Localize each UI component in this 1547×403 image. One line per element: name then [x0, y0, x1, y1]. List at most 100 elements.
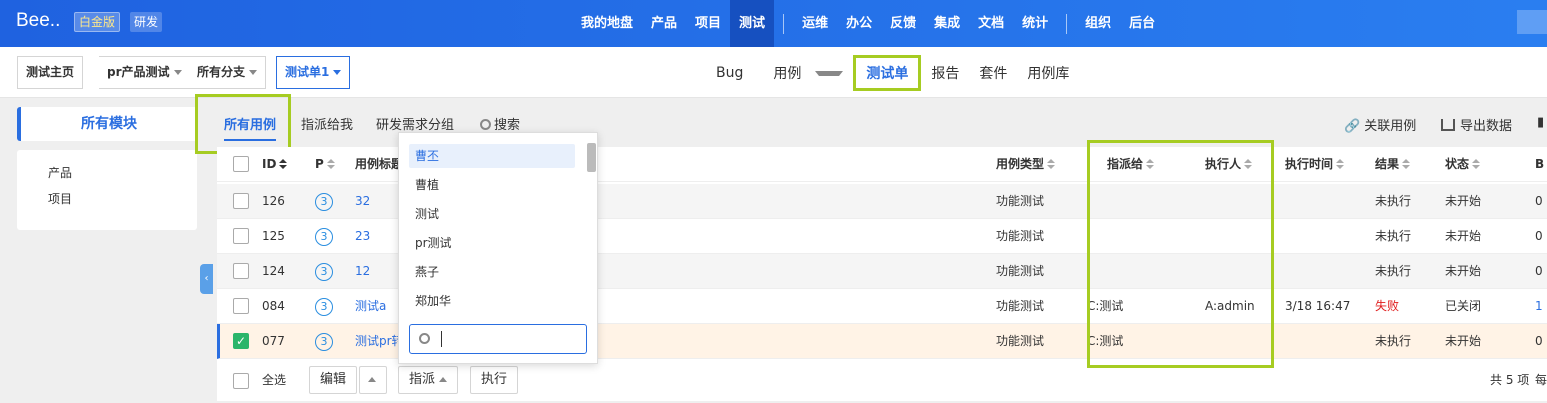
- assignee-option[interactable]: 曹丕: [409, 144, 575, 168]
- subnav-cases[interactable]: 用例: [753, 63, 853, 83]
- chevron-down-icon: [815, 71, 844, 76]
- module-tree: 产品 项目: [17, 150, 197, 230]
- app-logo[interactable]: Bee..: [16, 10, 60, 32]
- breadcrumb-home[interactable]: 测试主页: [17, 56, 84, 89]
- tab-assigned-to-me[interactable]: 指派给我: [301, 114, 353, 133]
- breadcrumb-branch-label: 所有分支: [197, 65, 246, 79]
- module-sidebar: 所有模块 产品 项目: [17, 107, 197, 231]
- chevron-down-icon: [249, 70, 258, 75]
- nav-divider: [783, 13, 785, 34]
- nav-item-feedback[interactable]: 反馈: [881, 0, 925, 47]
- col-pri[interactable]: P: [315, 147, 335, 182]
- assign-button[interactable]: 指派: [398, 366, 459, 394]
- nav-item-stats[interactable]: 统计: [1013, 0, 1057, 47]
- export-button[interactable]: 导出数据: [1441, 115, 1512, 134]
- assignee-option[interactable]: 曹植: [409, 173, 575, 197]
- tab-all-cases[interactable]: 所有用例: [224, 114, 277, 141]
- nav-item-project[interactable]: 项目: [686, 0, 730, 47]
- case-type: 功能测试: [996, 299, 1045, 313]
- row-checkbox[interactable]: [233, 193, 249, 209]
- assignee-option[interactable]: pr测试: [409, 231, 575, 255]
- priority-badge: 3: [315, 297, 333, 316]
- bug-count: 0: [1535, 264, 1543, 278]
- sidebar-item-product[interactable]: 产品: [48, 160, 197, 186]
- select-all-checkbox[interactable]: [233, 156, 249, 172]
- row-checkbox-checked[interactable]: ✓: [233, 333, 249, 349]
- nav-item-test[interactable]: 测试: [730, 0, 775, 47]
- col-exec-time[interactable]: 执行时间: [1285, 147, 1345, 182]
- user-avatar[interactable]: [1517, 10, 1547, 34]
- case-id: 125: [262, 229, 285, 243]
- footer-select-all-checkbox[interactable]: [233, 373, 249, 389]
- top-navbar: Bee.. 白金版 研发 我的地盘 产品 项目 测试 运维 办公 反馈 集成 文…: [0, 0, 1547, 47]
- priority-badge: 3: [315, 262, 333, 281]
- nav-item-integration[interactable]: 集成: [925, 0, 969, 47]
- bug-count[interactable]: 1: [1535, 289, 1543, 324]
- priority: 3: [315, 184, 333, 219]
- result: 未执行: [1375, 264, 1412, 278]
- col-result[interactable]: 结果: [1375, 147, 1411, 182]
- table-footer: 全选 编辑 指派 执行 共 5 项 每: [217, 361, 1547, 401]
- col-id[interactable]: ID: [262, 147, 288, 182]
- tab-search[interactable]: 搜索: [480, 114, 520, 133]
- row-checkbox[interactable]: [233, 298, 249, 314]
- edit-menu-toggle[interactable]: [359, 366, 387, 394]
- dropdown-scrollbar[interactable]: [587, 143, 596, 172]
- breadcrumb-current-label: 测试单1: [285, 65, 330, 79]
- nav-item-product[interactable]: 产品: [642, 0, 686, 47]
- assignee-option[interactable]: 郑加华: [409, 289, 575, 313]
- execute-button[interactable]: 执行: [470, 366, 519, 394]
- search-caret: [441, 331, 442, 347]
- col-status[interactable]: 状态: [1445, 147, 1481, 182]
- nav-item-office[interactable]: 办公: [837, 0, 881, 47]
- mode-badge[interactable]: 研发: [130, 12, 163, 32]
- col-type[interactable]: 用例类型: [996, 147, 1056, 182]
- col-title-label: 用例标题: [355, 157, 404, 171]
- chart-icon[interactable]: ▮: [1537, 115, 1547, 130]
- row-checkbox[interactable]: [233, 228, 249, 244]
- link-cases-label: 关联用例: [1364, 119, 1417, 134]
- subnav-testtask[interactable]: 测试单: [853, 54, 922, 91]
- select-all-label[interactable]: 全选: [262, 363, 286, 398]
- assignee-option[interactable]: 测试: [409, 202, 575, 226]
- breadcrumb-branch[interactable]: 所有分支: [189, 56, 267, 89]
- main-nav: 我的地盘 产品 项目 测试 运维 办公 反馈 集成 文档 统计 组织 后台: [572, 0, 1164, 47]
- case-title-link[interactable]: 测试pr转: [355, 324, 404, 359]
- edit-button[interactable]: 编辑: [309, 366, 358, 394]
- breadcrumb-product[interactable]: pr产品测试: [99, 56, 191, 89]
- breadcrumb-product-label: pr产品测试: [107, 65, 170, 79]
- sidebar-item-project[interactable]: 项目: [48, 186, 197, 212]
- priority: 3: [315, 219, 333, 254]
- nav-item-admin[interactable]: 后台: [1120, 0, 1164, 47]
- subnav-suite[interactable]: 套件: [969, 63, 1017, 83]
- subnav-bug[interactable]: Bug: [706, 65, 753, 81]
- case-title-link[interactable]: 12: [355, 254, 370, 289]
- col-bugs[interactable]: B: [1535, 147, 1544, 182]
- row-checkbox[interactable]: [233, 263, 249, 279]
- breadcrumb-current[interactable]: 测试单1: [276, 56, 351, 89]
- nav-item-doc[interactable]: 文档: [969, 0, 1013, 47]
- case-title-link[interactable]: 23: [355, 219, 370, 254]
- col-pri-label: P: [315, 157, 324, 171]
- collapse-sidebar-icon[interactable]: ‹: [200, 264, 213, 294]
- nav-item-org[interactable]: 组织: [1076, 0, 1120, 47]
- result: 未执行: [1375, 194, 1412, 208]
- assignee-option[interactable]: 燕子: [409, 260, 575, 284]
- link-cases-button[interactable]: 🔗 关联用例: [1344, 115, 1416, 134]
- sort-icon: [326, 159, 335, 170]
- nav-item-ops[interactable]: 运维: [793, 0, 837, 47]
- col-title[interactable]: 用例标题: [355, 147, 403, 182]
- export-label: 导出数据: [1460, 119, 1513, 134]
- assignee-search-input[interactable]: [409, 324, 587, 354]
- nav-item-dashboard[interactable]: 我的地盘: [572, 0, 642, 47]
- priority: 3: [315, 254, 333, 289]
- sidebar-title[interactable]: 所有模块: [17, 107, 197, 141]
- case-title-link[interactable]: 32: [355, 184, 370, 219]
- case-title-link[interactable]: 测试a: [355, 289, 386, 324]
- subnav-report[interactable]: 报告: [921, 63, 969, 83]
- search-icon: [419, 333, 430, 344]
- subnav-caselib[interactable]: 用例库: [1017, 63, 1079, 83]
- tab-group[interactable]: 研发需求分组: [376, 114, 454, 133]
- priority-badge: 3: [315, 192, 333, 211]
- per-page-label[interactable]: 每: [1535, 363, 1547, 398]
